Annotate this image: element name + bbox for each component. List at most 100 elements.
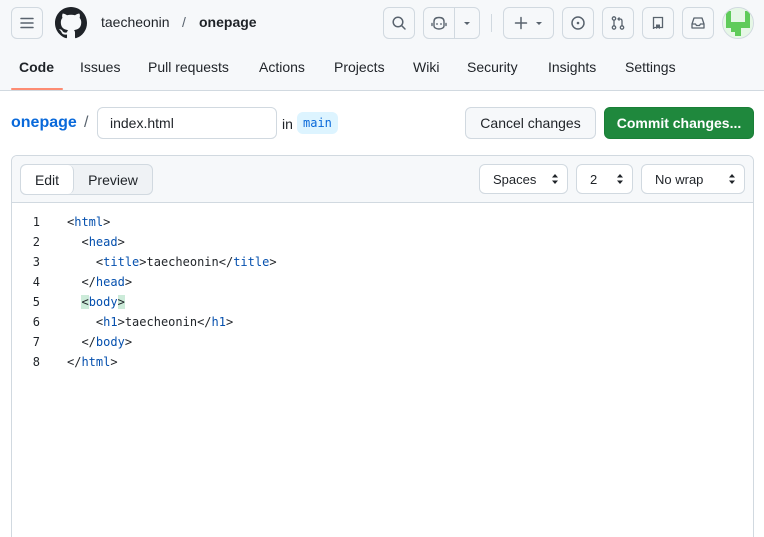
tag-name: body [88, 295, 118, 309]
tab-security[interactable]: Security [467, 59, 518, 75]
menu-button[interactable] [11, 7, 43, 39]
matched-bracket: > [117, 295, 125, 309]
branch-badge: main [297, 112, 338, 134]
code-editor-area[interactable]: 1 <html> 2 <head> 3 <title>taecheonin</titl… [12, 204, 753, 537]
code-text: <h1>taecheonin</h1> [67, 312, 233, 332]
global-header: taecheonin / onepage Code Issues Pull re… [0, 0, 764, 91]
code-punctuation: > [103, 215, 111, 229]
line-number: 7 [32, 335, 40, 349]
editor-toolbar: Edit Preview Spaces 2 No wrap [12, 156, 753, 203]
code-line[interactable]: 1 <html> [12, 212, 753, 232]
code-punctuation: > [124, 335, 133, 349]
code-punctuation: > [117, 235, 125, 249]
tab-wiki[interactable]: Wiki [413, 59, 439, 75]
code-punctuation: </ [81, 335, 96, 349]
avatar[interactable] [722, 7, 754, 39]
path-repo-link[interactable]: onepage [11, 114, 77, 132]
code-punctuation: </ [67, 355, 82, 369]
tab-issues[interactable]: Issues [80, 59, 120, 75]
code-punctuation: > [110, 355, 118, 369]
inbox-icon [691, 17, 705, 29]
code-text: <html> [67, 212, 110, 232]
tag-name: head [88, 235, 118, 249]
code-line[interactable]: 8 </html> [12, 352, 753, 372]
select-arrows-icon [729, 174, 735, 184]
code-line[interactable]: 4 </head> [12, 272, 753, 292]
tab-settings[interactable]: Settings [625, 59, 676, 75]
tag-name: head [95, 275, 125, 289]
line-number: 1 [32, 215, 40, 229]
repo-icon [652, 16, 664, 30]
file-editor: Edit Preview Spaces 2 No wrap 1 <html> 2 <… [11, 155, 754, 537]
menu-icon [20, 17, 34, 29]
indent-size-select[interactable]: 2 [576, 164, 633, 194]
code-punctuation: >taecheonin</ [117, 315, 212, 329]
indent-mode-select[interactable]: Spaces [479, 164, 568, 194]
code-line[interactable]: 7 </body> [12, 332, 753, 352]
tab-pull-requests[interactable]: Pull requests [148, 59, 229, 75]
code-text: <body> [67, 292, 125, 312]
pull-request-icon [611, 16, 625, 30]
commit-changes-button[interactable]: Commit changes... [604, 107, 754, 139]
create-new-button[interactable] [503, 7, 554, 39]
line-number: 2 [32, 235, 40, 249]
your-pull-requests-button[interactable] [602, 7, 634, 39]
code-line[interactable]: 2 <head> [12, 232, 753, 252]
notifications-button[interactable] [682, 7, 714, 39]
tag-name: h1 [211, 315, 226, 329]
code-punctuation: < [81, 235, 89, 249]
tab-edit[interactable]: Edit [21, 165, 74, 194]
tag-name: title [233, 255, 270, 269]
cancel-changes-button[interactable]: Cancel changes [465, 107, 596, 139]
line-number: 6 [32, 315, 40, 329]
line-number: 4 [32, 275, 40, 289]
header-divider [491, 14, 492, 32]
tab-actions[interactable]: Actions [259, 59, 305, 75]
code-punctuation: </ [81, 275, 96, 289]
line-number: 3 [32, 255, 40, 269]
tab-projects[interactable]: Projects [334, 59, 385, 75]
repositories-button[interactable] [642, 7, 674, 39]
code-line[interactable]: 6 <h1>taecheonin</h1> [12, 312, 753, 332]
copilot-button-group[interactable] [423, 7, 480, 39]
edit-preview-toggle: Edit Preview [20, 164, 153, 195]
tab-insights[interactable]: Insights [548, 59, 596, 75]
copilot-menu-button[interactable] [455, 8, 479, 38]
indent-size-value: 2 [590, 171, 598, 187]
tag-name: html [74, 215, 104, 229]
copilot-icon [431, 16, 447, 30]
code-text: <head> [67, 232, 125, 252]
breadcrumb-separator: / [182, 14, 186, 30]
copilot-button[interactable] [424, 8, 455, 38]
select-arrows-icon [617, 174, 623, 184]
matched-bracket: < [81, 295, 89, 309]
tab-code[interactable]: Code [19, 59, 54, 75]
filename-input[interactable] [97, 107, 277, 139]
code-line[interactable]: 5 <body> [12, 292, 753, 312]
chevron-down-icon [535, 22, 542, 25]
search-icon [392, 16, 406, 30]
repo-tabs: Code Issues Pull requests Actions Projec… [0, 46, 764, 91]
code-text: </html> [67, 352, 118, 372]
tab-preview[interactable]: Preview [74, 165, 152, 194]
code-text: <title>taecheonin</title> [67, 252, 277, 272]
code-text: </body> [67, 332, 132, 352]
avatar-identicon [723, 8, 753, 38]
code-text: </head> [67, 272, 132, 292]
your-issues-button[interactable] [562, 7, 594, 39]
code-punctuation: >taecheonin</ [139, 255, 234, 269]
issue-icon [571, 16, 585, 30]
search-button[interactable] [383, 7, 415, 39]
code-punctuation: > [269, 255, 277, 269]
in-label: in [282, 116, 293, 132]
line-number: 8 [32, 355, 40, 369]
code-line[interactable]: 3 <title>taecheonin</title> [12, 252, 753, 272]
tag-name: body [95, 335, 125, 349]
wrap-mode-select[interactable]: No wrap [641, 164, 745, 194]
tag-name: h1 [103, 315, 118, 329]
select-arrows-icon [552, 174, 558, 184]
breadcrumb-owner[interactable]: taecheonin [101, 14, 170, 30]
github-logo-icon[interactable] [55, 7, 87, 39]
code-punctuation: > [124, 275, 133, 289]
breadcrumb-repo[interactable]: onepage [199, 14, 257, 30]
